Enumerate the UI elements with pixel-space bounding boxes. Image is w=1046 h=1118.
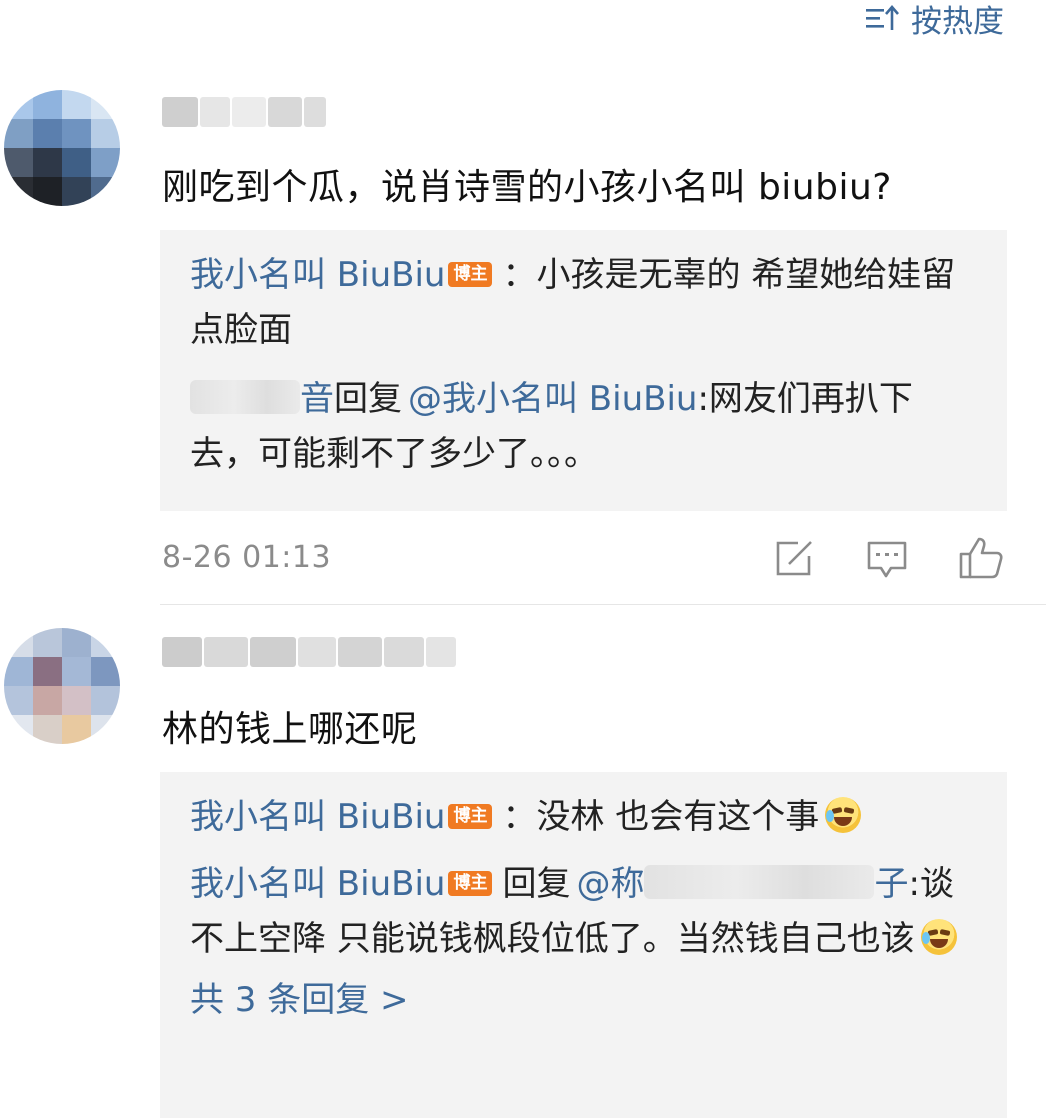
divider bbox=[160, 604, 1046, 605]
reply-item[interactable]: 音回复 @我小名叫 BiuBiu:网友们再扒下去，可能剩不了多少了。。。 bbox=[190, 372, 977, 482]
reply-separator: ： bbox=[502, 797, 537, 837]
share-icon[interactable] bbox=[774, 540, 814, 582]
laugh-cry-emoji bbox=[920, 919, 957, 955]
blurred-username bbox=[644, 865, 875, 899]
username-blurred[interactable] bbox=[162, 634, 458, 670]
comment-time: 8-26 01:13 bbox=[162, 540, 332, 575]
reply-action: 回复 bbox=[334, 379, 402, 419]
comment-text: 刚吃到个瓜，说肖诗雪的小孩小名叫 biubiu? bbox=[162, 167, 892, 208]
avatar[interactable] bbox=[4, 628, 120, 744]
reply-action: 回复 bbox=[502, 864, 571, 904]
laugh-cry-emoji bbox=[825, 797, 862, 833]
reply-author[interactable]: 我小名叫 BiuBiu bbox=[190, 797, 445, 837]
reply-mention[interactable]: @称子 bbox=[576, 864, 908, 904]
username-blurred[interactable] bbox=[162, 94, 328, 130]
reply-box: 我小名叫 BiuBiu 博主 ：小孩是无辜的 希望她给娃留点脸面 音回复 @我小名叫 … bbox=[160, 230, 1007, 511]
reply-separator: : bbox=[908, 864, 920, 904]
reply-item[interactable]: 我小名叫 BiuBiu 博主 回复 @称 子:谈不上空降 只能说钱枫段位低了。当然钱自己… bbox=[190, 857, 977, 967]
sort-icon bbox=[865, 3, 899, 33]
blogger-badge: 博主 bbox=[448, 262, 493, 287]
more-replies-link[interactable]: 共 3 条回复 > bbox=[190, 973, 977, 1028]
sort-by-hot-button[interactable]: 按热度 bbox=[865, 0, 1004, 40]
reply-box: 我小名叫 BiuBiu 博主 ：没林 也会有这个事 我小名叫 BiuBiu 博主 回复 @… bbox=[160, 772, 1007, 1118]
reply-separator: : bbox=[697, 379, 709, 419]
comment-text: 林的钱上哪还呢 bbox=[162, 709, 418, 750]
blogger-badge: 博主 bbox=[448, 804, 493, 829]
reply-author[interactable]: 我小名叫 BiuBiu bbox=[190, 255, 445, 295]
reply-author[interactable]: 我小名叫 BiuBiu bbox=[190, 864, 445, 904]
avatar[interactable] bbox=[4, 90, 120, 206]
reply-item[interactable]: 我小名叫 BiuBiu 博主 ：没林 也会有这个事 bbox=[190, 790, 977, 845]
reply-text: 没林 也会有这个事 bbox=[536, 797, 820, 837]
blurred-username bbox=[190, 380, 300, 414]
like-icon[interactable] bbox=[958, 536, 1004, 584]
sort-label: 按热度 bbox=[911, 3, 1004, 40]
reply-item[interactable]: 我小名叫 BiuBiu 博主 ：小孩是无辜的 希望她给娃留点脸面 bbox=[190, 248, 977, 358]
blogger-badge: 博主 bbox=[448, 871, 493, 896]
reply-mention[interactable]: @我小名叫 BiuBiu bbox=[408, 379, 697, 419]
reply-separator: ： bbox=[502, 255, 537, 295]
comment-icon[interactable] bbox=[866, 540, 908, 584]
reply-author[interactable]: 音 bbox=[300, 379, 334, 419]
